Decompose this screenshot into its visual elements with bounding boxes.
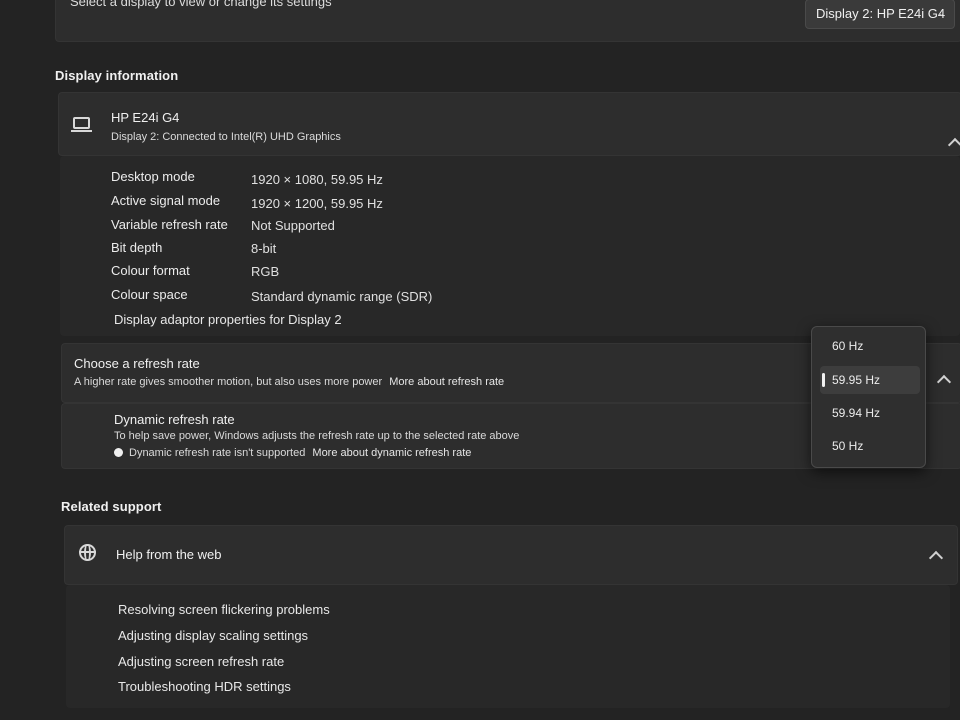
display-adaptor-properties-link[interactable]: Display adaptor properties for Display 2 [114, 312, 342, 327]
monitor-name: HP E24i G4 [111, 110, 180, 125]
display-info-details [60, 156, 960, 336]
display-select-value: Display 2: HP E24i G4 [816, 6, 946, 21]
refresh-rate-title: Choose a refresh rate [74, 356, 200, 371]
help-link-display-scaling[interactable]: Adjusting display scaling settings [118, 628, 308, 643]
info-label: Colour format [111, 263, 190, 278]
monitor-connection: Display 2: Connected to Intel(R) UHD Gra… [111, 131, 341, 143]
refresh-rate-description-row: A higher rate gives smoother motion, but… [74, 376, 504, 388]
info-label: Desktop mode [111, 169, 195, 184]
status-dot-icon [114, 448, 123, 457]
refresh-rate-option-60[interactable]: 60 Hz [820, 332, 920, 360]
info-value: RGB [251, 264, 280, 279]
select-display-text: Select a display to view or change its s… [70, 0, 332, 9]
help-from-web-title: Help from the web [116, 547, 222, 562]
dynamic-refresh-description: To help save power, Windows adjusts the … [114, 430, 520, 442]
help-link-screen-flickering[interactable]: Resolving screen flickering problems [118, 602, 330, 617]
dynamic-refresh-status-row: Dynamic refresh rate isn't supported Mor… [114, 447, 471, 459]
chevron-down-icon: ⌄ [936, 7, 946, 19]
monitor-icon [71, 117, 92, 132]
info-row-desktop-mode: Desktop mode 1920 × 1080, 59.95 Hz [111, 169, 383, 187]
refresh-rate-option-59-95[interactable]: 59.95 Hz [820, 366, 920, 394]
refresh-rate-dropdown-list[interactable]: 60 Hz 59.95 Hz 59.94 Hz 50 Hz [811, 326, 926, 468]
info-value: 1920 × 1200, 59.95 Hz [251, 196, 383, 211]
refresh-rate-more-link[interactable]: More about refresh rate [389, 376, 504, 388]
info-label: Bit depth [111, 240, 163, 255]
info-row-bit-depth: Bit depth 8-bit [111, 240, 276, 256]
dynamic-refresh-more-link[interactable]: More about dynamic refresh rate [312, 447, 471, 459]
display-information-heading: Display information [55, 68, 179, 83]
info-label: Variable refresh rate [111, 217, 228, 232]
select-display-card: Select a display to view or change its s… [55, 0, 960, 42]
related-support-heading: Related support [61, 499, 162, 514]
monitor-header-card[interactable] [58, 92, 960, 156]
info-value: Not Supported [251, 218, 335, 233]
globe-icon [79, 544, 96, 561]
dynamic-refresh-title: Dynamic refresh rate [114, 412, 235, 427]
refresh-rate-option-50[interactable]: 50 Hz [820, 432, 920, 460]
info-row-active-signal-mode: Active signal mode 1920 × 1200, 59.95 Hz [111, 193, 383, 211]
info-label: Active signal mode [111, 193, 221, 208]
dynamic-refresh-status: Dynamic refresh rate isn't supported [129, 447, 306, 459]
display-select-dropdown[interactable]: Display 2: HP E24i G4 ⌄ [805, 0, 955, 29]
help-link-hdr-settings[interactable]: Troubleshooting HDR settings [118, 679, 291, 694]
help-link-refresh-rate[interactable]: Adjusting screen refresh rate [118, 654, 284, 669]
info-row-colour-space: Colour space Standard dynamic range (SDR… [111, 287, 432, 304]
refresh-rate-option-59-94[interactable]: 59.94 Hz [820, 399, 920, 427]
info-value: Standard dynamic range (SDR) [251, 289, 433, 304]
refresh-rate-description: A higher rate gives smoother motion, but… [74, 376, 383, 388]
info-value: 1920 × 1080, 59.95 Hz [251, 172, 383, 187]
info-row-colour-format: Colour format RGB [111, 263, 279, 279]
info-label: Colour space [111, 287, 188, 302]
info-value: 8-bit [251, 241, 277, 256]
info-row-variable-refresh-rate: Variable refresh rate Not Supported [111, 217, 335, 233]
